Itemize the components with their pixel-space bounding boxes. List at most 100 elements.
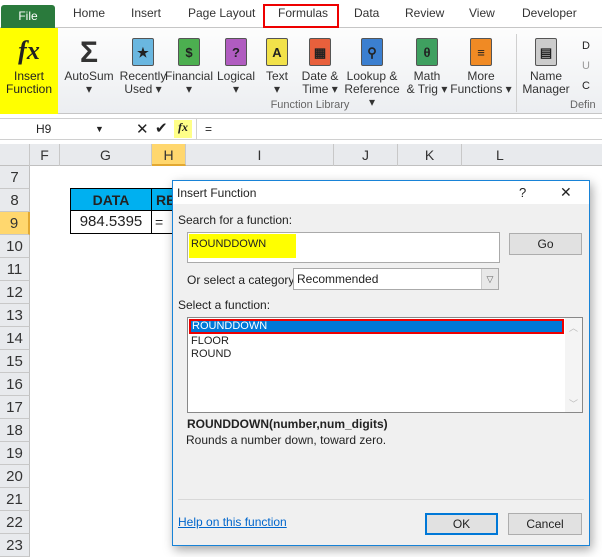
ribbon-button-label: Used ▾ — [124, 82, 162, 96]
go-button[interactable]: Go — [509, 233, 582, 255]
ribbon-button-label: & Trig ▾ — [406, 82, 448, 96]
row-header-13[interactable]: 13 — [0, 304, 30, 327]
name-box-value: H9 — [36, 122, 52, 136]
create-from-selection-button[interactable]: C — [582, 76, 590, 96]
ribbon-button-text[interactable]: A Text ▾ — [262, 28, 292, 96]
row-header-15[interactable]: 15 — [0, 350, 30, 373]
row-header-9[interactable]: 9 — [0, 212, 30, 235]
row-header-7[interactable]: 7 — [0, 166, 30, 189]
row-header-14[interactable]: 14 — [0, 327, 30, 350]
column-header-J[interactable]: J — [334, 144, 398, 166]
row-header-11[interactable]: 11 — [0, 258, 30, 281]
select-all-corner[interactable] — [0, 144, 30, 166]
ribbon-button-date[interactable]: ▦ Date & Time ▾ — [298, 28, 342, 96]
chevron-down-icon: ▼ — [95, 124, 104, 134]
ribbon-button-logical[interactable]: ? Logical ▾ — [215, 28, 257, 96]
column-header-G[interactable]: G — [60, 144, 152, 166]
tab-view[interactable]: View — [469, 6, 495, 20]
ribbon-button-name[interactable]: ▤ Name Manager — [520, 28, 572, 96]
row-header-22[interactable]: 22 — [0, 511, 30, 534]
ribbon-button-more[interactable]: ≡ More Functions ▾ — [449, 28, 513, 96]
ribbon-button-label: ▾ — [232, 82, 240, 96]
search-value: ROUNDDOWN — [189, 234, 297, 258]
ribbon-button-autosum[interactable]: Σ AutoSum ▾ — [64, 28, 114, 96]
tab-home[interactable]: Home — [73, 6, 105, 20]
insert-function-button[interactable]: fx Insert Function — [0, 28, 58, 114]
tab-data[interactable]: Data — [354, 6, 379, 20]
row-header-23[interactable]: 23 — [0, 534, 30, 557]
column-header-H[interactable]: H — [152, 144, 186, 166]
function-signature: ROUNDDOWN(number,num_digits) — [187, 417, 388, 431]
scroll-down-icon[interactable]: ﹀ — [565, 397, 582, 410]
ribbon-button-lookup[interactable]: ⚲ Lookup & Reference ▾ — [343, 28, 401, 109]
row-header-20[interactable]: 20 — [0, 465, 30, 488]
data-header-cell[interactable]: DATA — [70, 188, 152, 211]
tab-file[interactable]: File — [1, 5, 55, 28]
column-header-K[interactable]: K — [398, 144, 462, 166]
row-header-21[interactable]: 21 — [0, 488, 30, 511]
insert-function-icon[interactable]: fx — [174, 120, 192, 138]
scroll-up-icon[interactable]: ︿ — [565, 321, 582, 334]
row-header-19[interactable]: 19 — [0, 442, 30, 465]
close-button[interactable]: ✕ — [560, 184, 572, 201]
help-on-function-link[interactable]: Help on this function — [178, 515, 287, 529]
tab-insert[interactable]: Insert — [131, 6, 161, 20]
column-header-F[interactable]: F — [30, 144, 60, 166]
ribbon-button-label: Time ▾ — [302, 82, 338, 96]
column-header-L[interactable]: L — [462, 144, 602, 166]
row-header-18[interactable]: 18 — [0, 419, 30, 442]
fx-icon: fx — [18, 36, 40, 65]
ribbon-button-label: Functions ▾ — [450, 82, 512, 96]
category-select[interactable]: Recommended ▽ — [293, 268, 499, 290]
sigma-icon: Σ — [79, 35, 98, 69]
ribbon-tabs: File Home Insert Page Layout Formulas Da… — [0, 0, 602, 28]
list-item[interactable]: FLOOR — [191, 335, 229, 347]
column-headers: FGHIJKL — [0, 144, 602, 166]
help-button[interactable]: ? — [519, 185, 526, 200]
formula-input[interactable]: = — [205, 122, 212, 136]
list-item[interactable]: ROUNDDOWN — [189, 319, 564, 334]
cancel-icon[interactable]: ✕ — [136, 120, 149, 138]
function-description: Rounds a number down, toward zero. — [186, 433, 387, 447]
ok-button[interactable]: OK — [425, 513, 498, 535]
book-icon: $ — [178, 38, 200, 66]
ribbon-button-label: ▾ — [273, 82, 281, 96]
book-icon: ⚲ — [361, 38, 383, 66]
group-label-function-library: Function Library — [270, 99, 350, 111]
row-header-10[interactable]: 10 — [0, 235, 30, 258]
function-list[interactable]: ROUNDDOWN FLOOR ROUND ︿ ﹀ — [187, 317, 583, 413]
defined-names-small-buttons[interactable]: D U C — [582, 36, 590, 96]
ribbon-button-recently[interactable]: ★ Recently Used ▾ — [117, 28, 169, 96]
row-header-16[interactable]: 16 — [0, 373, 30, 396]
column-header-I[interactable]: I — [186, 144, 334, 166]
tab-page-layout[interactable]: Page Layout — [188, 6, 255, 20]
scrollbar[interactable]: ︿ ﹀ — [565, 318, 582, 412]
row-header-17[interactable]: 17 — [0, 396, 30, 419]
tab-developer[interactable]: Developer — [522, 6, 577, 20]
tab-review[interactable]: Review — [405, 6, 444, 20]
ribbon-button-label: Manager — [522, 82, 570, 96]
enter-check-icon[interactable]: ✔ — [155, 119, 168, 137]
ribbon-button-financial[interactable]: $ Financial ▾ — [163, 28, 215, 96]
cancel-button[interactable]: Cancel — [508, 513, 582, 535]
ribbon-button-label: ▾ — [85, 82, 93, 96]
search-input[interactable]: ROUNDDOWN — [187, 232, 500, 263]
book-icon: θ — [416, 38, 438, 66]
ribbon-button-label: ▾ — [185, 82, 193, 96]
insert-function-dialog: Insert Function ? ✕ Search for a functio… — [172, 180, 590, 546]
use-in-formula-button[interactable]: U — [582, 56, 590, 76]
category-value: Recommended — [297, 272, 379, 286]
define-name-button[interactable]: D — [582, 36, 590, 56]
ribbon-button-math[interactable]: θ Math & Trig ▾ — [405, 28, 449, 96]
select-function-label: Select a function: — [178, 298, 271, 312]
row-header-12[interactable]: 12 — [0, 281, 30, 304]
book-icon: ★ — [132, 38, 154, 66]
list-item[interactable]: ROUND — [191, 348, 231, 360]
formulas-highlight — [263, 4, 339, 28]
book-icon: A — [266, 38, 288, 66]
insert-function-label: Function — [5, 82, 53, 96]
data-value-cell[interactable]: 984.5395 — [70, 210, 152, 234]
chevron-down-icon[interactable]: ▽ — [481, 269, 498, 289]
name-box[interactable]: H9 ▼ — [0, 119, 108, 139]
row-header-8[interactable]: 8 — [0, 189, 30, 212]
